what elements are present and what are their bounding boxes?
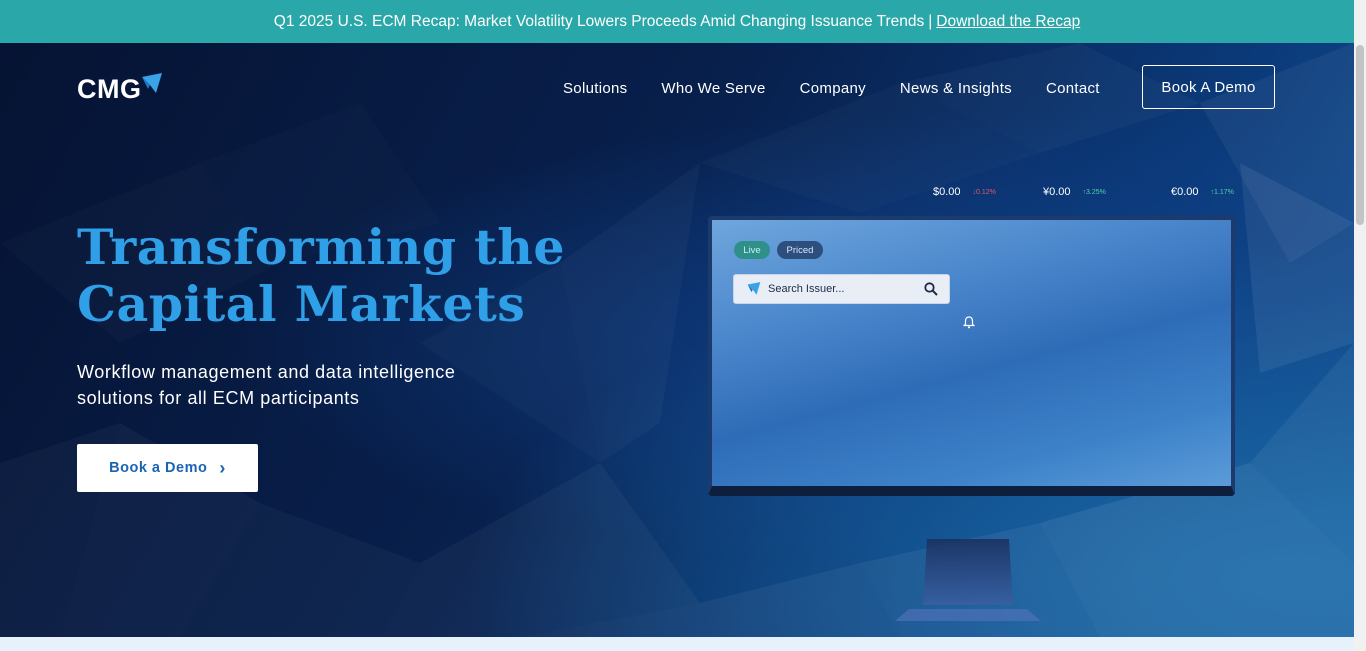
ticker-price: $0.00: [933, 186, 961, 198]
monitor-screen: Live Priced Search Issuer...: [708, 216, 1235, 496]
next-section-edge: [0, 637, 1354, 651]
nav-who-we-serve[interactable]: Who We Serve: [661, 80, 765, 97]
nav-company[interactable]: Company: [800, 80, 866, 97]
announcement-text: Q1 2025 U.S. ECM Recap: Market Volatilit…: [273, 12, 925, 30]
ticker-change: ↑3.25%: [1082, 188, 1106, 196]
hero-section: CMG Solutions Who We Serve Company News …: [0, 43, 1354, 637]
live-pill: Live: [734, 241, 770, 259]
ticker-change: ↓0.12%: [972, 188, 996, 196]
ticker-change: ↑1.17%: [1210, 188, 1234, 196]
hero-subtitle: Workflow management and data intelligenc…: [77, 362, 456, 408]
nav-news-insights[interactable]: News & Insights: [900, 80, 1012, 97]
download-recap-link[interactable]: Download the Recap: [936, 13, 1080, 31]
cta-label: Book a Demo: [109, 460, 208, 476]
book-a-demo-button[interactable]: Book a Demo ›: [77, 444, 258, 492]
search-icon: [924, 282, 938, 296]
scrollbar-thumb[interactable]: [1356, 45, 1364, 225]
ticker-price: ¥0.00: [1043, 186, 1071, 198]
nav-contact[interactable]: Contact: [1046, 80, 1100, 97]
headline-line-2: Capital Markets: [77, 275, 526, 333]
ticker-eur: €0.00 ↑1.17%: [1171, 186, 1234, 198]
announcement-separator: |: [928, 12, 933, 30]
search-placeholder: Search Issuer...: [768, 283, 845, 295]
logo-text: CMG: [77, 74, 142, 104]
book-a-demo-nav-button[interactable]: Book A Demo: [1142, 65, 1275, 109]
chevron-right-icon: ›: [219, 458, 226, 478]
cmg-logo-flag-icon: [141, 73, 162, 93]
priced-pill: Priced: [777, 241, 823, 259]
nav-solutions[interactable]: Solutions: [563, 80, 627, 97]
cmg-logo[interactable]: CMG: [77, 73, 164, 103]
cmg-logo-flag-icon: [747, 282, 761, 295]
ticker-jpy: ¥0.00 ↑3.25%: [1043, 186, 1106, 198]
monitor-stand: [895, 539, 1041, 621]
search-issuer-field: Search Issuer...: [733, 274, 950, 304]
main-nav: Solutions Who We Serve Company News & In…: [563, 65, 1275, 109]
ticker-usd: $0.00 ↓0.12%: [933, 186, 996, 198]
page-scrollbar[interactable]: [1354, 0, 1366, 651]
announcement-bar: Q1 2025 U.S. ECM Recap: Market Volatilit…: [0, 0, 1354, 43]
bell-icon: [963, 316, 975, 329]
headline-line-1: Transforming the: [77, 218, 566, 276]
ticker-price: €0.00: [1171, 186, 1199, 198]
page-title: Transforming the Capital Markets: [77, 219, 565, 333]
